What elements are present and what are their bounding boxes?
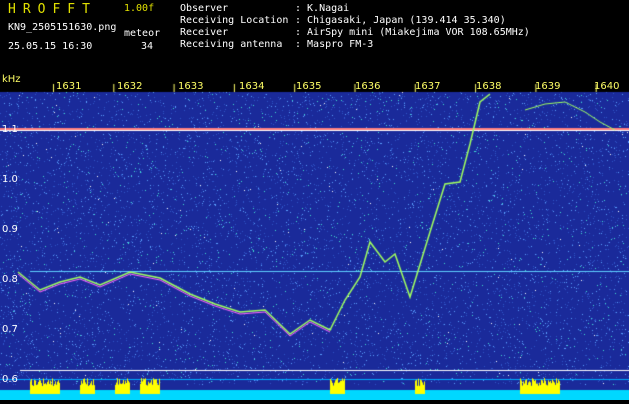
observer-label: Observer: [180, 3, 229, 14]
time-tick: 1640: [594, 81, 620, 92]
freq-tick: 1.1: [2, 124, 18, 135]
date-time: 25.05.15 16:30: [8, 41, 93, 52]
time-tick: 1634: [239, 81, 265, 92]
antenna-value: : Maspro FM-3: [295, 39, 374, 50]
spectrogram[interactable]: kHz 1631 1632 1633 1634 1635 1636 1637 1…: [0, 72, 629, 400]
meteor-count: 34: [141, 41, 154, 52]
time-tick: 1635: [296, 81, 322, 92]
freq-tick: 0.9: [2, 224, 18, 235]
observer-value: : K.Nagai: [295, 3, 350, 14]
time-tick: 1631: [56, 81, 82, 92]
y-unit-label: kHz: [2, 74, 21, 85]
meteor-label: meteor: [124, 28, 161, 39]
receiver-value: : AirSpy mini (Miakejima VOR 108.65MHz): [295, 27, 530, 38]
location-value: : Chigasaki, Japan (139.414 35.340): [295, 15, 506, 26]
time-tick: 1632: [117, 81, 143, 92]
app-logo: HROFFT: [8, 2, 97, 17]
header-panel: HROFFT 1.00f KN9_2505151630.png 25.05.15…: [0, 0, 629, 72]
freq-tick: 1.0: [2, 174, 18, 185]
freq-tick: 0.6: [2, 374, 18, 385]
time-tick: 1636: [355, 81, 381, 92]
antenna-label: Receiving antenna: [180, 39, 283, 50]
receiver-label: Receiver: [180, 27, 229, 38]
freq-tick: 0.8: [2, 274, 18, 285]
time-tick: 1637: [415, 81, 441, 92]
file-name: KN9_2505151630.png: [8, 22, 117, 33]
freq-tick: 0.7: [2, 324, 18, 335]
time-tick: 1638: [476, 81, 502, 92]
time-tick: 1639: [535, 81, 561, 92]
version-label: 1.00f: [124, 3, 155, 14]
time-tick: 1633: [178, 81, 204, 92]
location-label: Receiving Location: [180, 15, 289, 26]
spectrogram-canvas[interactable]: [0, 72, 629, 400]
